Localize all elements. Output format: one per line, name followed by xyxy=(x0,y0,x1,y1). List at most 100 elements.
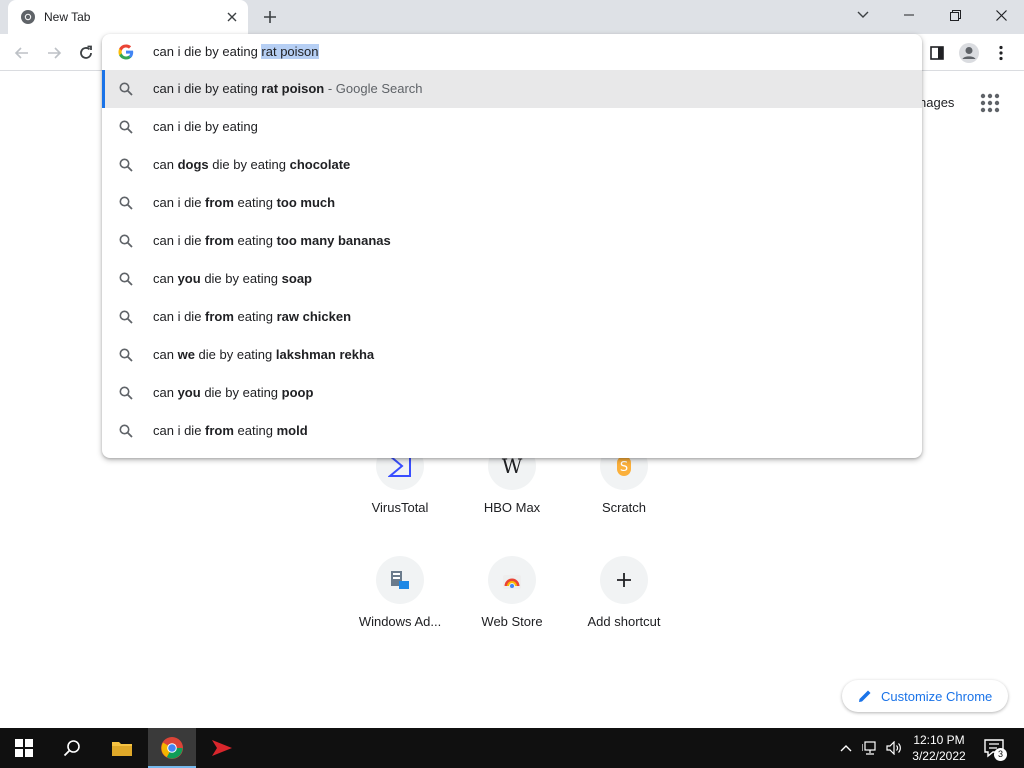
svg-text:S: S xyxy=(620,460,628,475)
suggestion-bold-segment: from xyxy=(205,309,234,324)
suggestion-bold-segment: dogs xyxy=(177,157,209,172)
profile-avatar-icon[interactable] xyxy=(956,40,982,66)
suggestion-segment: can i die by eating xyxy=(153,119,258,134)
webstore-icon xyxy=(488,556,536,604)
suggestion-text: can dogs die by eating chocolate xyxy=(153,157,350,172)
shortcut-label: Scratch xyxy=(601,500,647,515)
side-panel-icon[interactable] xyxy=(924,40,950,66)
tab-title: New Tab xyxy=(44,10,91,24)
close-window-button[interactable] xyxy=(978,0,1024,30)
clock-time: 12:10 PM xyxy=(913,733,965,747)
suggestion-segment: can i die xyxy=(153,423,206,438)
reload-button[interactable] xyxy=(73,40,99,66)
new-tab-button[interactable] xyxy=(260,7,280,27)
network-icon[interactable] xyxy=(862,740,878,756)
forward-button[interactable] xyxy=(41,40,67,66)
shortcut-scratch[interactable]: S Scratch xyxy=(568,442,680,554)
suggestion-bold-segment: poop xyxy=(281,385,314,400)
address-bar[interactable]: can i die by eating rat poison xyxy=(102,34,922,70)
chevron-up-icon[interactable] xyxy=(838,740,854,756)
shortcut-label: Web Store xyxy=(481,614,543,629)
suggestion-segment: can i die xyxy=(153,233,206,248)
tab-search-icon[interactable] xyxy=(840,0,886,30)
suggestion-item[interactable]: can i die from eating too much xyxy=(102,184,922,222)
omnibox-dropdown: can i die by eating rat poison can i die… xyxy=(102,34,922,458)
suggestion-bold-segment: raw chicken xyxy=(276,309,352,324)
title-bar: New Tab xyxy=(0,0,1024,34)
search-icon xyxy=(119,386,133,400)
shortcut-hbo-max[interactable]: W HBO Max xyxy=(456,442,568,554)
suggestion-text: can we die by eating lakshman rekha xyxy=(153,347,374,362)
suggestion-bold-segment: lakshman rekha xyxy=(275,347,375,362)
search-icon xyxy=(119,424,133,438)
search-icon xyxy=(119,158,133,172)
suggestion-text: can i die from eating too much xyxy=(153,195,335,210)
suggestion-text: can i die from eating raw chicken xyxy=(153,309,351,324)
chrome-taskbar-icon[interactable] xyxy=(148,728,196,768)
add-shortcut-button[interactable]: Add shortcut xyxy=(568,556,680,668)
suggestion-item[interactable]: can i die from eating mold xyxy=(102,412,922,450)
suggestion-segment: can i die xyxy=(153,309,206,324)
suggestion-text: can i die by eating xyxy=(153,119,258,134)
pencil-icon xyxy=(858,689,872,703)
suggestion-bold-segment: too many bananas xyxy=(276,233,391,248)
suggestion-bold-segment: from xyxy=(205,233,234,248)
suggestion-item[interactable]: can i die from eating raw chicken xyxy=(102,298,922,336)
suggestion-text: can i die from eating mold xyxy=(153,423,308,438)
apps-grid-icon[interactable] xyxy=(978,91,1002,115)
volume-icon[interactable] xyxy=(886,740,902,756)
suggestion-bold-segment: we xyxy=(177,347,195,362)
suggestion-item[interactable]: can i die by eating xyxy=(102,108,922,146)
tab-new-tab[interactable]: New Tab xyxy=(8,0,248,34)
system-clock[interactable]: 12:10 PM 3/22/2022 xyxy=(902,732,976,764)
suggestion-segment: can xyxy=(153,157,178,172)
app-arrow-icon[interactable] xyxy=(198,728,246,768)
customize-chrome-button[interactable]: Customize Chrome xyxy=(842,680,1008,712)
shortcut-web-store[interactable]: Web Store xyxy=(456,556,568,668)
omnibox-autocomplete-selection: rat poison xyxy=(261,44,319,59)
search-icon xyxy=(119,348,133,362)
images-link[interactable]: nages xyxy=(919,95,954,110)
suggestion-segment: die by eating xyxy=(200,271,282,286)
shortcut-label: HBO Max xyxy=(483,500,541,515)
notification-badge: 3 xyxy=(994,748,1007,761)
omnibox-input[interactable]: can i die by eating rat poison xyxy=(153,44,319,59)
back-button[interactable] xyxy=(9,40,35,66)
search-icon xyxy=(119,120,133,134)
minimize-button[interactable] xyxy=(886,0,932,30)
suggestion-segment: eating xyxy=(233,195,277,210)
suggestion-text: can you die by eating soap xyxy=(153,271,312,286)
suggestion-bold-segment: from xyxy=(205,423,234,438)
shortcut-virustotal[interactable]: VirusTotal xyxy=(344,442,456,554)
shortcut-label: VirusTotal xyxy=(371,500,429,515)
suggestion-segment: eating xyxy=(233,423,277,438)
suggestion-item[interactable]: can we die by eating lakshman rekha xyxy=(102,336,922,374)
search-icon xyxy=(119,82,133,96)
omnibox-typed: can i die by eating xyxy=(153,44,262,59)
windows-start-icon[interactable] xyxy=(0,728,48,768)
shortcut-label: Windows Ad... xyxy=(358,614,442,629)
suggestion-segment: can i die by eating xyxy=(153,81,262,96)
menu-kebab-icon[interactable] xyxy=(988,40,1014,66)
shortcut-windows-admin[interactable]: Windows Ad... xyxy=(344,556,456,668)
search-icon[interactable] xyxy=(48,728,96,768)
suggestion-item[interactable]: can you die by eating soap xyxy=(102,260,922,298)
suggestion-segment: can xyxy=(153,271,178,286)
restore-button[interactable] xyxy=(932,0,978,30)
suggestion-text: can i die by eating rat poison - Google … xyxy=(153,81,423,96)
suggestion-bold-segment: soap xyxy=(281,271,312,286)
suggestion-segment: can xyxy=(153,385,178,400)
suggestion-segment: can xyxy=(153,347,178,362)
file-explorer-icon[interactable] xyxy=(98,728,146,768)
suggestion-item[interactable]: can dogs die by eating chocolate xyxy=(102,146,922,184)
close-tab-icon[interactable] xyxy=(224,9,240,25)
notification-icon[interactable]: 3 xyxy=(984,738,1007,761)
clock-date: 3/22/2022 xyxy=(912,749,966,763)
windows-admin-icon xyxy=(376,556,424,604)
suggestion-item[interactable]: can you die by eating poop xyxy=(102,374,922,412)
suggestion-bold-segment: you xyxy=(177,385,201,400)
suggestion-item[interactable]: can i die from eating too many bananas xyxy=(102,222,922,260)
suggestion-segment: eating xyxy=(233,233,277,248)
suggestion-text: can you die by eating poop xyxy=(153,385,313,400)
suggestion-item[interactable]: can i die by eating rat poison - Google … xyxy=(102,70,922,108)
